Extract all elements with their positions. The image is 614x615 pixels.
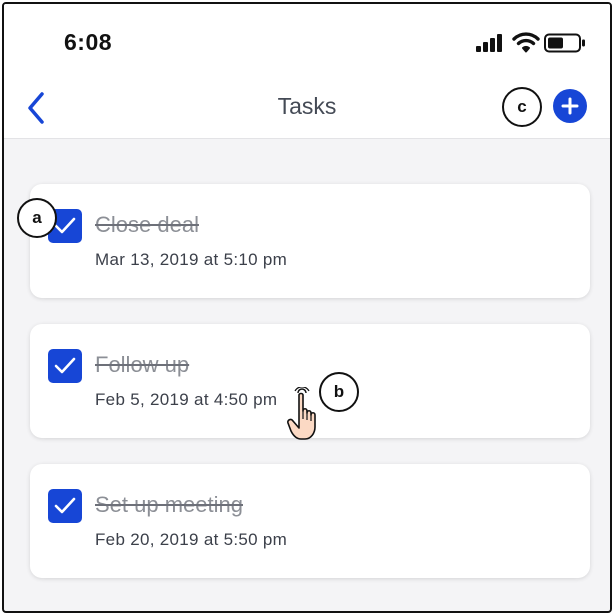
status-bar: 6:08 xyxy=(4,4,610,78)
task-date: Mar 13, 2019 at 5:10 pm xyxy=(95,250,288,269)
status-time: 6:08 xyxy=(64,29,113,55)
task-checkbox[interactable] xyxy=(48,349,82,383)
task-date: Feb 5, 2019 at 4:50 pm xyxy=(95,390,278,409)
task-checkbox[interactable] xyxy=(48,489,82,523)
tap-hand-icon xyxy=(287,387,316,440)
task-card[interactable]: Set up meeting Feb 20, 2019 at 5:50 pm xyxy=(30,464,590,578)
add-task-button[interactable] xyxy=(553,89,587,123)
checkmark-icon xyxy=(54,357,76,374)
plus-icon xyxy=(561,97,579,115)
wifi-icon xyxy=(512,32,540,53)
annotation-b: b xyxy=(319,372,359,412)
checkmark-icon xyxy=(54,217,76,234)
task-card[interactable]: Close deal Mar 13, 2019 at 5:10 pm xyxy=(30,184,590,298)
battery-icon xyxy=(544,33,585,53)
checkmark-icon xyxy=(54,497,76,514)
task-title: Close deal xyxy=(95,212,199,237)
task-date: Feb 20, 2019 at 5:50 pm xyxy=(95,530,288,549)
annotation-a: a xyxy=(17,198,57,238)
task-title: Set up meeting xyxy=(95,492,243,517)
annotation-c: c xyxy=(502,87,542,127)
task-title: Follow up xyxy=(95,352,190,377)
signal-icon xyxy=(476,34,502,52)
phone-screen: 6:08 Tasks Close deal Mar 13, 2019 at 5:… xyxy=(2,2,612,613)
